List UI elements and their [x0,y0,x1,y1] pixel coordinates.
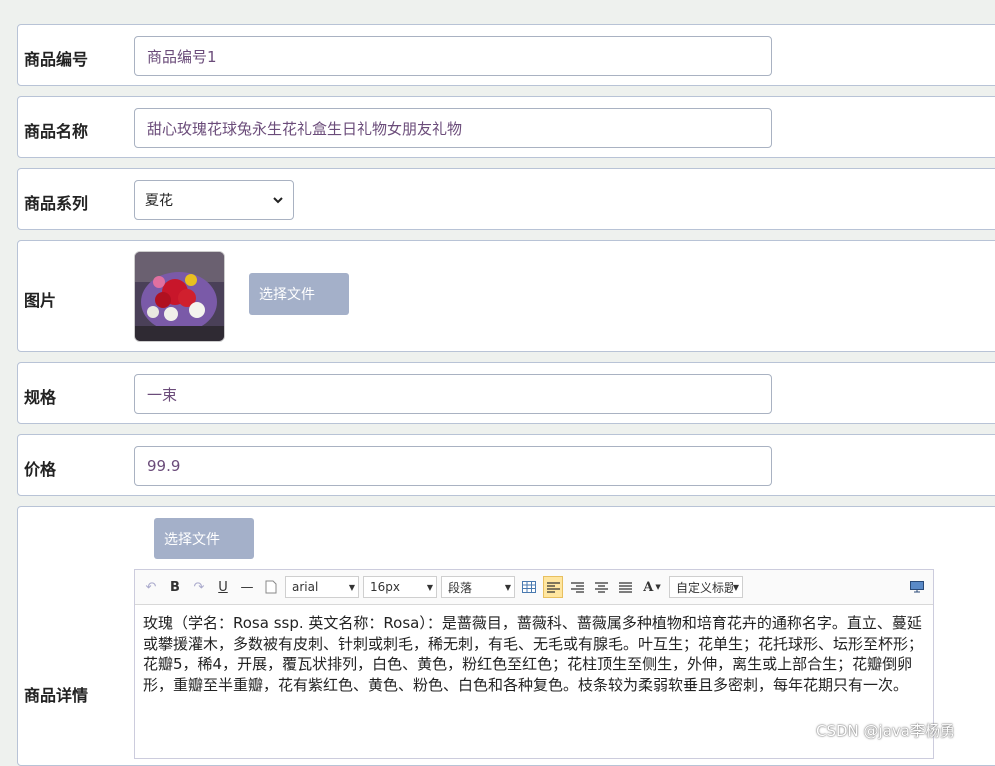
font-size-select[interactable]: 16px ▼ [363,576,437,598]
bold-icon[interactable]: B [165,576,185,598]
table-icon[interactable] [519,576,539,598]
product-series-value: 夏花 [145,193,173,209]
image-file-button-label: 选择文件 [259,287,315,303]
paragraph-select[interactable]: 段落 ▼ [441,576,515,598]
editor-content[interactable]: 玫瑰（学名：Rosa ssp. 英文名称：Rosa）：是蔷薇目，蔷薇科、蔷薇属多… [135,605,933,703]
horizontal-rule-icon[interactable]: — [237,576,257,598]
fullscreen-icon[interactable] [907,576,927,598]
spec-row: 规格 一束 [17,362,995,424]
price-row: 价格 99.9 [17,434,995,496]
font-family-value: arial [292,580,319,594]
chevron-down-icon [273,193,283,207]
price-value: 99.9 [147,457,181,475]
font-color-icon[interactable]: A ▼ [639,576,665,598]
details-file-button[interactable]: 选择文件 [154,518,254,559]
spec-value: 一束 [147,385,178,404]
image-row: 图片 选择文件 [17,240,995,352]
spec-label: 规格 [24,388,57,407]
dropdown-arrow-icon: ▼ [426,582,433,592]
product-name-value: 甜心玫瑰花球兔永生花礼盒生日礼物女朋友礼物 [147,119,463,138]
align-justify-icon[interactable] [615,576,635,598]
font-size-value: 16px [370,580,400,594]
product-series-select[interactable]: 夏花 [134,180,294,220]
align-left-icon[interactable] [543,576,563,598]
details-label: 商品详情 [24,686,89,705]
spec-input[interactable]: 一束 [134,374,772,414]
product-name-label: 商品名称 [24,122,89,141]
product-series-label: 商品系列 [24,194,89,213]
underline-icon[interactable]: U [213,576,233,598]
image-file-button[interactable]: 选择文件 [249,273,349,315]
product-name-input[interactable]: 甜心玫瑰花球兔永生花礼盒生日礼物女朋友礼物 [134,108,772,148]
editor-toolbar: ↶ B ↷ U — arial ▼ 16px ▼ 段落 ▼ A ▼ 自定义标题 … [135,570,933,605]
align-right-icon[interactable] [567,576,587,598]
product-series-row: 商品系列 夏花 [17,168,995,230]
product-image-thumbnail [134,251,225,342]
product-id-value: 商品编号1 [147,47,217,66]
undo-icon[interactable]: ↶ [141,576,161,598]
dropdown-arrow-icon: ▼ [348,582,355,592]
price-label: 价格 [24,460,57,479]
rich-text-editor[interactable]: ↶ B ↷ U — arial ▼ 16px ▼ 段落 ▼ A ▼ 自定义标题 … [134,569,934,759]
custom-title-value: 自定义标题 [676,580,733,595]
font-family-select[interactable]: arial ▼ [285,576,359,598]
font-color-label: A [643,579,654,595]
paragraph-value: 段落 [448,580,473,595]
image-label: 图片 [24,291,57,310]
product-id-label: 商品编号 [24,50,89,69]
watermark: CSDN @java李杨勇 [816,722,955,740]
redo-icon[interactable]: ↷ [189,576,209,598]
custom-title-select[interactable]: 自定义标题 ▼ [669,576,743,598]
page-icon[interactable] [261,576,281,598]
dropdown-arrow-icon: ▼ [504,582,511,592]
product-name-row: 商品名称 甜心玫瑰花球兔永生花礼盒生日礼物女朋友礼物 [17,96,995,158]
align-center-icon[interactable] [591,576,611,598]
product-id-input[interactable]: 商品编号1 [134,36,772,76]
dropdown-arrow-icon: ▼ [732,582,739,592]
price-input[interactable]: 99.9 [134,446,772,486]
product-id-row: 商品编号 商品编号1 [17,24,995,86]
details-file-button-label: 选择文件 [164,531,220,548]
